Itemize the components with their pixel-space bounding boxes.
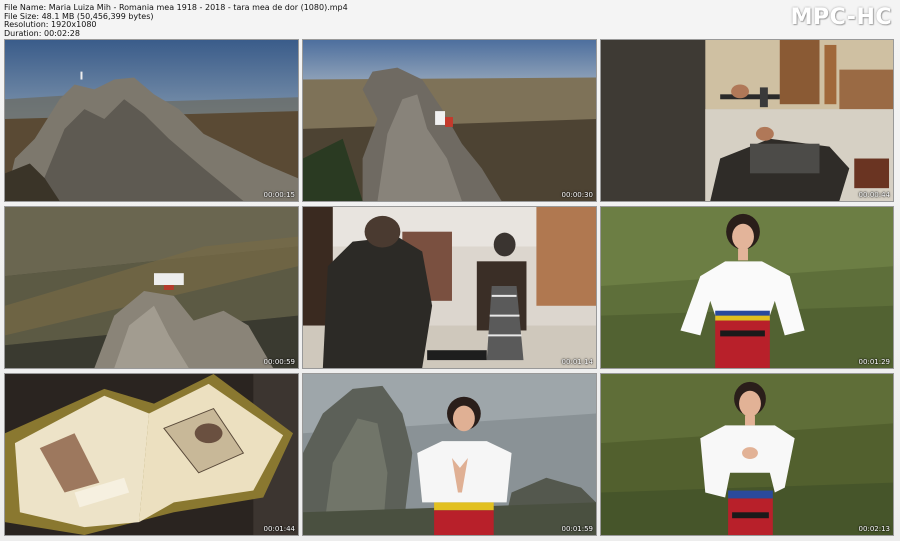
thumbnail-6[interactable]: 00:01:29 — [600, 206, 894, 369]
timestamp-2: 00:00:30 — [561, 191, 593, 199]
thumbnail-2[interactable]: 00:00:30 — [302, 39, 597, 202]
thumbnail-7-image — [5, 374, 298, 535]
timestamp-7: 00:01:44 — [263, 525, 295, 533]
mpc-hc-logo: MPC-HC — [790, 5, 892, 30]
timestamp-8: 00:01:59 — [561, 525, 593, 533]
thumbnail-8-image — [303, 374, 596, 535]
timestamp-3: 00:00:44 — [858, 191, 890, 199]
timestamp-6: 00:01:29 — [858, 358, 890, 366]
thumbnail-2-image — [303, 40, 596, 201]
thumbnail-7[interactable]: 00:01:44 — [4, 373, 299, 536]
thumbnail-6-image — [601, 207, 893, 368]
thumbnail-8[interactable]: 00:01:59 — [302, 373, 597, 536]
thumbnail-1-image — [5, 40, 298, 201]
thumbnail-5-image — [303, 207, 596, 368]
thumbnail-4[interactable]: 00:00:59 — [4, 206, 299, 369]
file-info: File Name: Maria Luiza Mih - Romania mea… — [4, 3, 348, 38]
timestamp-4: 00:00:59 — [263, 358, 295, 366]
timestamp-1: 00:00:15 — [263, 191, 295, 199]
thumbnail-9[interactable]: 00:02:13 — [600, 373, 894, 536]
thumbnail-grid: 00:00:15 00:00:30 00:00:44 00:00:59 00:0… — [4, 39, 894, 536]
duration-text: Duration: 00:02:28 — [4, 28, 80, 38]
thumbnail-4-image — [5, 207, 298, 368]
thumbnail-3-image — [601, 40, 893, 201]
thumbnail-3[interactable]: 00:00:44 — [600, 39, 894, 202]
thumbnail-1[interactable]: 00:00:15 — [4, 39, 299, 202]
timestamp-9: 00:02:13 — [858, 525, 890, 533]
thumbnail-9-image — [601, 374, 893, 535]
thumbnail-5[interactable]: 00:01:14 — [302, 206, 597, 369]
timestamp-5: 00:01:14 — [561, 358, 593, 366]
